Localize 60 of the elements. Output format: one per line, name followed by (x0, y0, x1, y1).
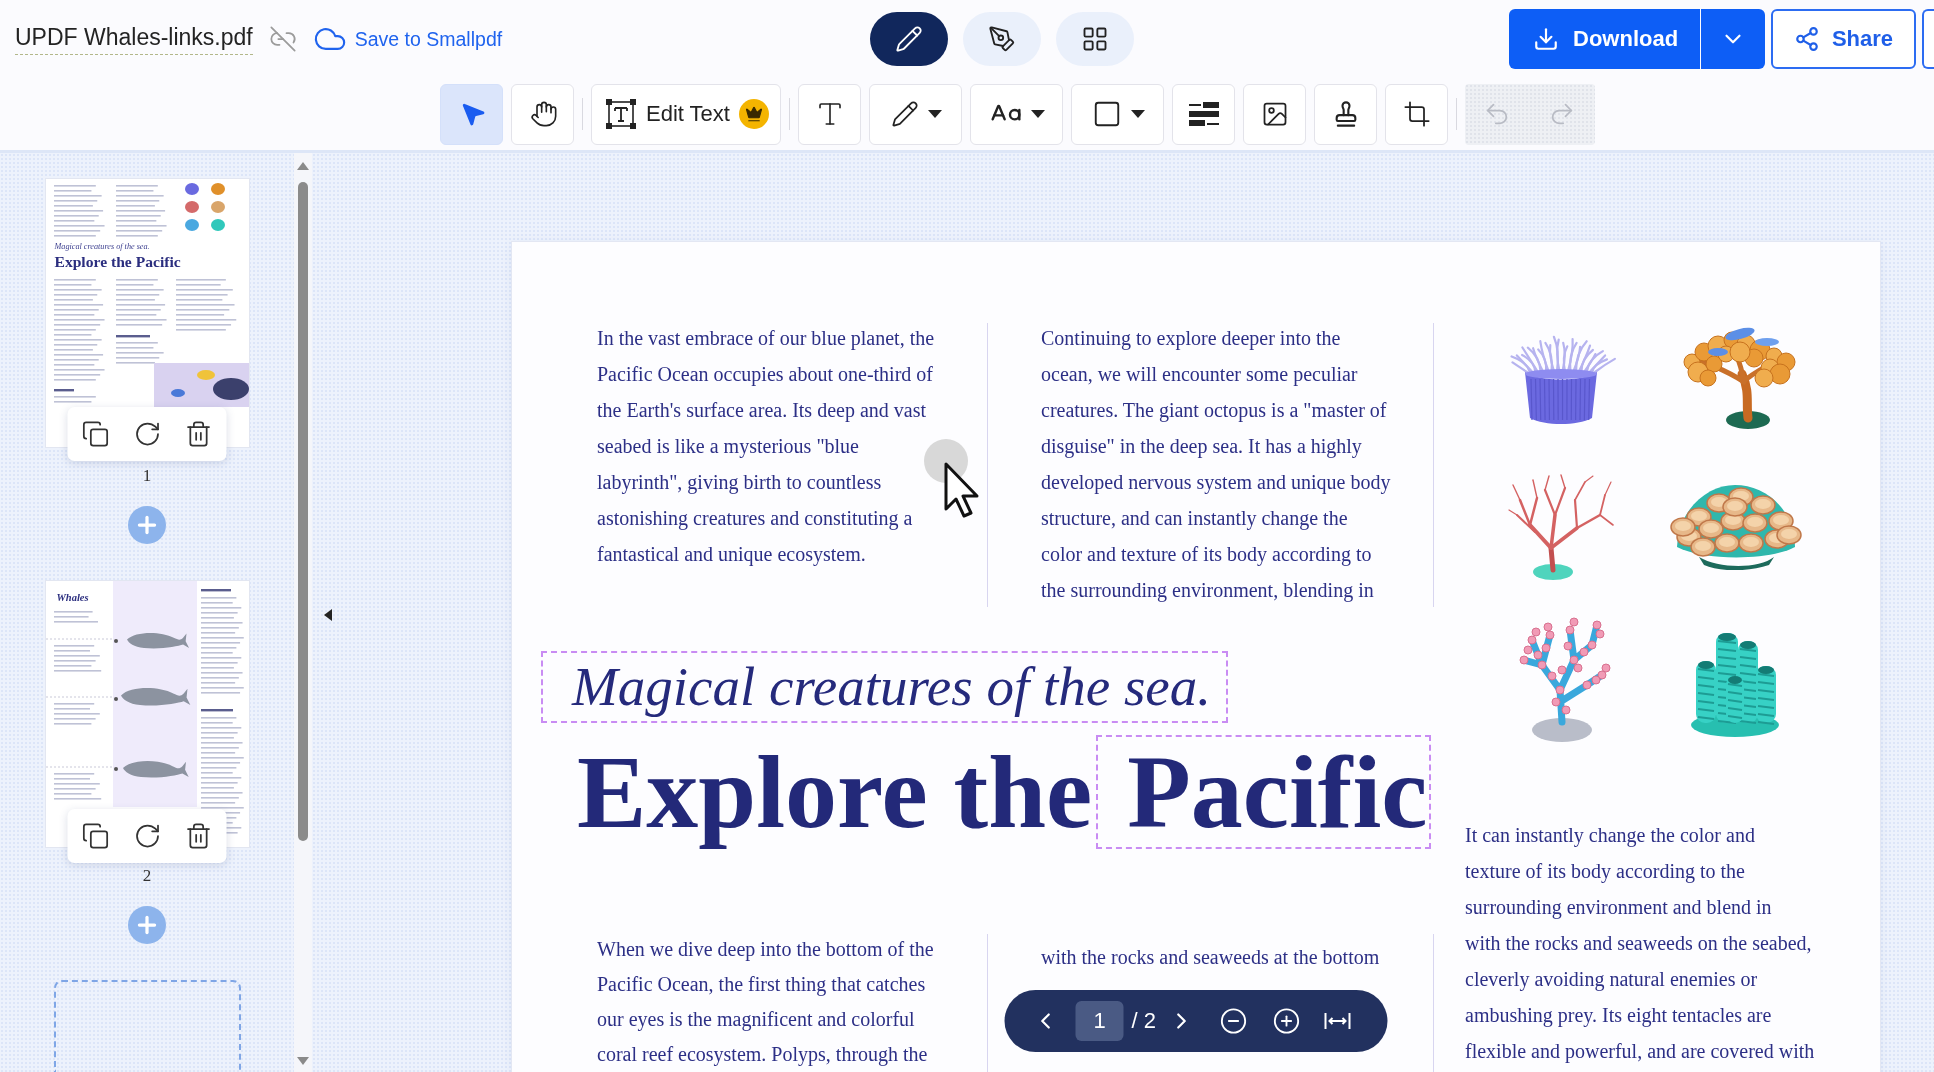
thumbnail-title: Whales (55, 591, 89, 605)
text-box-icon (605, 98, 637, 130)
collapse-arrow-icon[interactable] (324, 609, 332, 621)
scrollbar-thumb[interactable] (298, 182, 308, 841)
pencil-icon (891, 100, 919, 128)
paragraph: Continuing to explore deeper into the ocean, we will encounter some peculiar creatures. The giant octopus is a "master of disguise" in the deep sea. It has a highly developed nervous system and unique body structure, and can instantly change the color and texture of its body according to the surrounding environment, blending in (1041, 326, 1391, 604)
lines-tool-button[interactable] (1172, 83, 1235, 145)
title-text-box[interactable]: Pacific (1096, 735, 1432, 849)
text-tool-button[interactable] (798, 83, 861, 145)
download-button[interactable]: Download (1509, 9, 1700, 69)
text-style-button[interactable] (970, 83, 1063, 145)
edit-text-button[interactable]: Edit Text (591, 83, 781, 145)
draw-tool-button[interactable] (869, 83, 962, 145)
shape-tool-button[interactable] (1071, 83, 1164, 145)
link-off-icon[interactable] (268, 25, 297, 53)
select-tool-button[interactable] (440, 83, 503, 145)
scroll-up-icon[interactable] (297, 162, 309, 170)
paragraph: It can instantly change the color and texture of its body according to the surrounding environment and blend in with the rocks and seaweeds on the seabed, cleverly avoiding natural enemies or ambushing prey. Its eight tentacles are flexible and powerful, and are covered with (1465, 823, 1815, 1065)
file-name[interactable]: UPDF Whales-links.pdf (15, 23, 253, 55)
title-text-box[interactable]: Explore the (575, 735, 1097, 849)
edit-mode-button[interactable] (870, 12, 948, 66)
thumbnail-subtitle: Magical creatures of the sea. (53, 241, 150, 253)
zoom-out-icon[interactable] (1219, 1007, 1248, 1035)
copy-icon[interactable] (81, 420, 110, 448)
trash-icon[interactable] (184, 822, 213, 850)
cut-off-button[interactable] (1922, 9, 1934, 69)
hand-tool-button[interactable] (511, 83, 574, 145)
zoom-in-icon[interactable] (1272, 1007, 1301, 1035)
page-number: 2 (142, 867, 152, 885)
trash-icon[interactable] (184, 420, 213, 448)
crop-icon (1403, 100, 1432, 128)
scroll-down-icon[interactable] (297, 1057, 309, 1065)
organize-mode-button[interactable] (1056, 12, 1134, 66)
paragraph: with the rocks and seaweeds at the bottom (1041, 945, 1380, 970)
thumbnail-title: Explore the Pacific (53, 253, 181, 271)
sign-mode-button[interactable] (963, 12, 1041, 66)
paragraph: When we dive deep into the bottom of the Pacific Ocean, the first thing that catches our eyes is the magnificent and colorful coral reef ecosystem. Polyps, through the (597, 937, 934, 1068)
share-button[interactable]: Share (1771, 9, 1916, 69)
page-number: 1 (142, 467, 152, 485)
lines-icon (1189, 101, 1220, 127)
pen-nib-icon (988, 25, 1016, 53)
stamp-tool-button[interactable] (1314, 83, 1377, 145)
save-to-cloud-link[interactable]: Save to Smallpdf (312, 22, 503, 56)
rotate-icon[interactable] (133, 822, 161, 850)
square-icon (1092, 99, 1122, 129)
subtitle-text-box[interactable]: Magical creatures of the sea. (541, 651, 1228, 723)
fit-width-icon[interactable] (1323, 1011, 1352, 1031)
image-tool-button[interactable] (1243, 83, 1306, 145)
rotate-icon[interactable] (133, 420, 161, 448)
pencil-icon (895, 25, 923, 53)
hand-icon (529, 100, 558, 128)
page-number-field[interactable]: 1 (1075, 1001, 1124, 1041)
scrollbar-track[interactable] (294, 153, 312, 1072)
paragraph: In the vast embrace of our blue planet, the Pacific Ocean occupies about one-third of the Earth's surface area. Its deep and vast seabed is like a mysterious "blue labyrinth", giving birth to countless astonishing creatures and constituting a fantastical and unique ecosystem. (597, 326, 935, 568)
grid-icon (1081, 25, 1109, 53)
crop-tool-button[interactable] (1385, 83, 1448, 145)
download-icon (1533, 26, 1559, 52)
page-total: / 2 (1131, 1008, 1156, 1034)
share-icon (1793, 26, 1820, 52)
copy-icon[interactable] (81, 822, 110, 850)
